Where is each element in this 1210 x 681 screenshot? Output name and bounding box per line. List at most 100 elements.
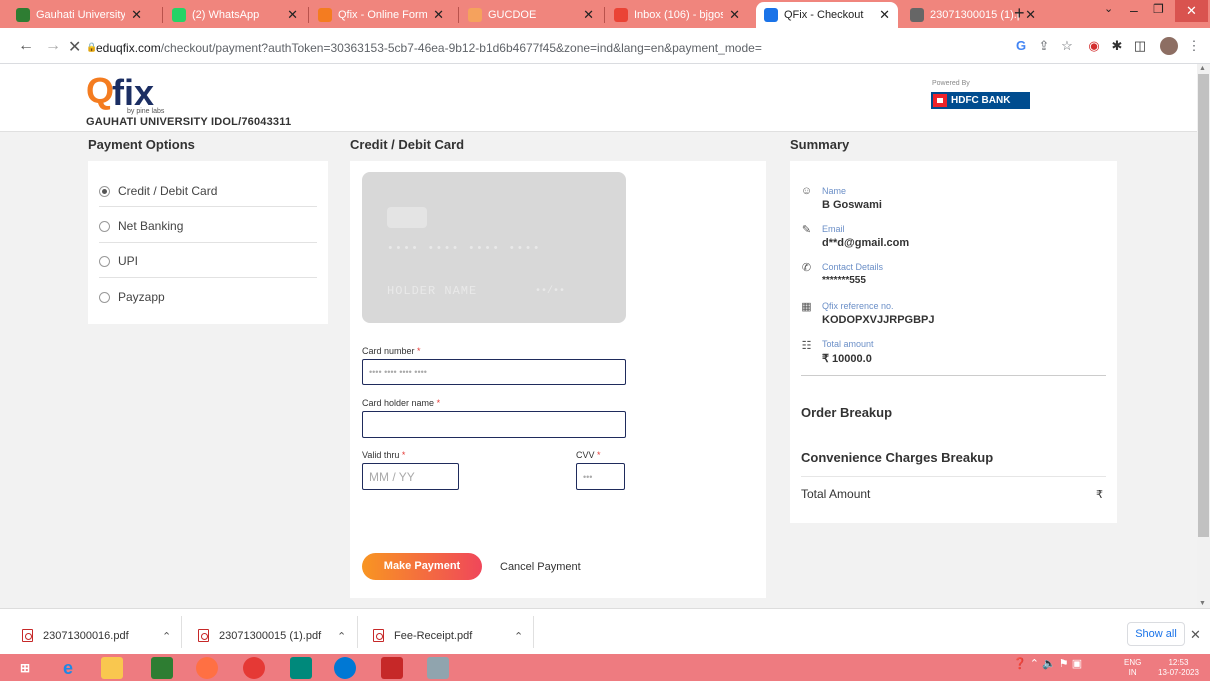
language-indicator[interactable]: ENG IN [1124, 658, 1141, 678]
phone-icon: ✆ [801, 262, 812, 274]
whatsapp-favicon [172, 8, 186, 22]
tab-close-icon[interactable]: ✕ [131, 7, 142, 23]
contact-label: Contact Details [822, 262, 884, 272]
edge-icon[interactable] [334, 657, 356, 679]
browser-tab[interactable]: Qfix - Online Form ✕ [310, 2, 452, 28]
card-section-title: Credit / Debit Card [350, 137, 465, 152]
cvv-input[interactable]: ••• [576, 463, 625, 490]
tab-close-icon[interactable]: ✕ [729, 7, 740, 23]
side-panel-icon[interactable]: ◫ [1132, 38, 1148, 54]
app-icon[interactable] [290, 657, 312, 679]
download-item[interactable]: 23071300016.pdf [22, 629, 129, 642]
label-text: CVV [576, 450, 595, 460]
user-icon: ☺ [800, 185, 813, 197]
option-divider [99, 206, 317, 207]
summary-divider [801, 375, 1106, 376]
scroll-up-icon[interactable]: ▲ [1199, 65, 1206, 72]
valid-thru-label: Valid thru * [362, 450, 405, 460]
cancel-payment-link[interactable]: Cancel Payment [500, 561, 581, 573]
chevron-up-icon[interactable]: ⌃ [162, 630, 171, 643]
option-credit-debit-card[interactable]: Credit / Debit Card [99, 184, 217, 198]
share-icon[interactable]: ⇪ [1036, 38, 1052, 54]
tab-close-icon[interactable]: ✕ [1025, 7, 1036, 23]
google-translate-icon[interactable]: G [1013, 38, 1029, 54]
option-payzapp[interactable]: Payzapp [99, 290, 165, 304]
browser-tab[interactable]: (2) WhatsApp ✕ [164, 2, 306, 28]
tab-close-icon[interactable]: ✕ [879, 7, 890, 23]
order-breakup-heading[interactable]: Order Breakup [801, 405, 892, 420]
pdf-icon [198, 629, 209, 642]
chevron-up-icon[interactable]: ⌃ [514, 630, 523, 643]
menu-kebab-icon[interactable]: ⋮ [1186, 38, 1202, 54]
internet-explorer-icon[interactable]: e [57, 657, 79, 679]
browser-tab[interactable]: QFix - Checkout ✕ [756, 2, 898, 28]
scrollbar-thumb[interactable] [1198, 74, 1209, 537]
download-divider [181, 616, 182, 648]
clock[interactable]: 12:53 13-07-2023 [1158, 658, 1199, 678]
back-icon[interactable]: ← [18, 37, 34, 55]
make-payment-button[interactable]: Make Payment [362, 553, 482, 580]
tab-separator [458, 7, 459, 23]
download-item[interactable]: Fee-Receipt.pdf [373, 629, 472, 642]
stop-icon[interactable]: ✕ [68, 37, 81, 57]
show-all-button[interactable]: Show all [1127, 622, 1185, 646]
required-mark: * [436, 398, 441, 408]
store-icon[interactable] [151, 657, 173, 679]
browser-tab[interactable]: Gauhati University Centr ✕ [8, 2, 150, 28]
chrome-icon[interactable] [243, 657, 265, 679]
new-tab-button[interactable]: + [1014, 3, 1025, 24]
tab-close-icon[interactable]: ✕ [583, 7, 594, 23]
card-holder-label: Card holder name * [362, 398, 440, 408]
extension-icon[interactable]: ◉ [1086, 38, 1102, 54]
radio-icon[interactable] [99, 220, 110, 232]
radio-selected-icon[interactable] [99, 185, 110, 197]
option-net-banking[interactable]: Net Banking [99, 219, 183, 233]
system-tray-icons[interactable]: ❓ ⌃ 🔈 ⚑ ▣ [1013, 657, 1082, 670]
tab-search-icon[interactable]: ⌄ [1104, 2, 1113, 15]
download-item[interactable]: 23071300015 (1).pdf [198, 629, 321, 642]
forward-icon[interactable]: → [45, 37, 61, 55]
scroll-down-icon[interactable]: ▼ [1199, 600, 1206, 607]
close-download-bar-icon[interactable]: ✕ [1190, 627, 1201, 643]
summary-title: Summary [790, 137, 850, 152]
extensions-puzzle-icon[interactable]: ✱ [1109, 38, 1125, 54]
valid-thru-input[interactable]: MM / YY [362, 463, 459, 490]
restore-button[interactable]: ❐ [1153, 2, 1164, 16]
label-text: Valid thru [362, 450, 400, 460]
tab-close-icon[interactable]: ✕ [287, 7, 298, 23]
browser-tab[interactable]: GUCDOE ✕ [460, 2, 602, 28]
firefox-icon[interactable] [196, 657, 218, 679]
placeholder-text: •••• •••• •••• •••• [369, 367, 427, 377]
bookmark-star-icon[interactable]: ☆ [1059, 38, 1075, 54]
powered-by-label: Powered By [932, 80, 970, 87]
browser-tab[interactable]: Inbox (106) - bjgoswam ✕ [606, 2, 748, 28]
contact-value: *******555 [822, 275, 866, 286]
url-field[interactable]: eduqfix.com/checkout/payment?authToken=3… [96, 41, 762, 55]
minimize-button[interactable]: – [1130, 2, 1138, 18]
card-holder-input[interactable] [362, 411, 626, 438]
radio-icon[interactable] [99, 255, 110, 267]
loading-spinner [764, 8, 778, 22]
paint-icon[interactable] [427, 657, 449, 679]
option-label: UPI [118, 254, 139, 268]
file-explorer-icon[interactable] [101, 657, 123, 679]
required-mark: * [417, 346, 421, 356]
download-filename: 23071300016.pdf [43, 629, 129, 642]
windows-start-icon[interactable]: ⊞ [14, 657, 36, 679]
option-label: Credit / Debit Card [118, 184, 218, 198]
chevron-up-icon[interactable]: ⌃ [337, 630, 346, 643]
hdfc-logo-icon [933, 94, 947, 107]
acrobat-icon[interactable] [381, 657, 403, 679]
cvv-label: CVV * [576, 450, 601, 460]
radio-icon[interactable] [99, 291, 110, 303]
window-close-button[interactable]: ✕ [1175, 0, 1208, 22]
tab-title: (2) WhatsApp [192, 9, 260, 21]
placeholder-text: ••• [583, 471, 593, 482]
tab-close-icon[interactable]: ✕ [433, 7, 444, 23]
card-number-input[interactable]: •••• •••• •••• •••• [362, 359, 626, 385]
reference-label: Qfix reference no. [822, 301, 894, 311]
convenience-breakup-heading[interactable]: Convenience Charges Breakup [801, 450, 993, 465]
card-preview-number: •••• •••• •••• •••• [387, 243, 541, 255]
option-upi[interactable]: UPI [99, 254, 138, 268]
profile-avatar[interactable] [1160, 37, 1178, 55]
